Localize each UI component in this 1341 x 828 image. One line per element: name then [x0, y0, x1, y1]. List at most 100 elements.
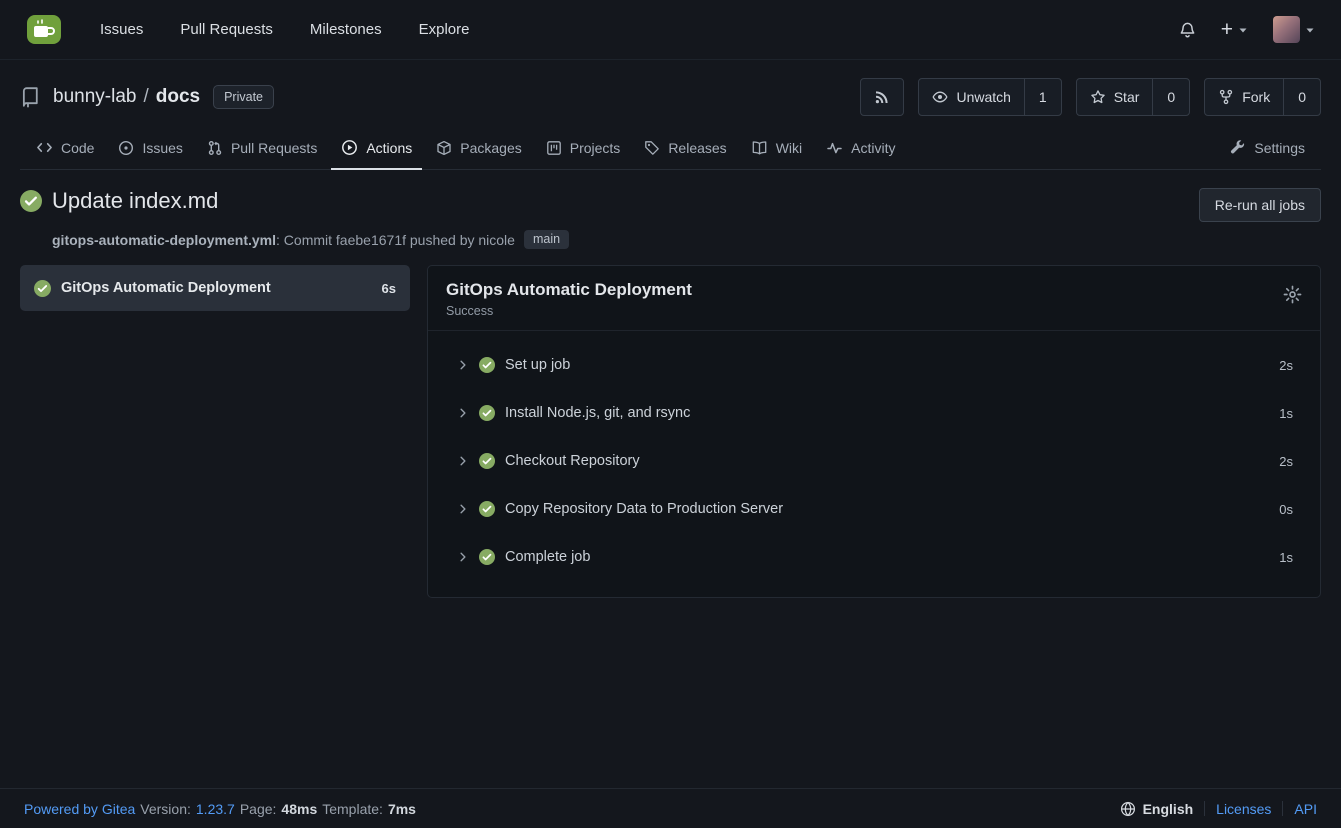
navbar-right: + [1179, 16, 1315, 43]
footer-left: Powered by Gitea Version: 1.23.7 Page: 4… [24, 801, 416, 817]
repo-breadcrumb: bunny-lab / docs [53, 86, 200, 108]
run-body: GitOps Automatic Deployment 6s GitOps Au… [20, 265, 1321, 598]
job-list-sidebar: GitOps Automatic Deployment 6s [20, 265, 410, 311]
stars-count[interactable]: 0 [1152, 79, 1189, 115]
tab-label: Packages [460, 140, 521, 156]
tab-actions[interactable]: Actions [329, 126, 424, 169]
top-navbar: Issues Pull Requests Milestones Explore … [0, 0, 1341, 60]
branch-badge[interactable]: main [524, 230, 569, 249]
fork-button-group: Fork 0 [1204, 78, 1321, 116]
step-row-install[interactable]: Install Node.js, git, and rsync 1s [428, 389, 1320, 437]
repo-name-link[interactable]: docs [156, 86, 200, 108]
language-label: English [1143, 801, 1194, 817]
project-board-icon [546, 140, 562, 156]
success-check-icon [20, 190, 42, 212]
run-header: Update index.md Re-run all jobs [20, 188, 1321, 222]
tab-settings[interactable]: Settings [1218, 126, 1317, 169]
step-duration: 1s [1279, 550, 1293, 565]
run-title-wrap: Update index.md [20, 188, 218, 214]
tab-activity[interactable]: Activity [814, 126, 907, 169]
watch-button-group: Unwatch 1 [918, 78, 1061, 116]
tab-code[interactable]: Code [24, 126, 106, 169]
step-row-copy[interactable]: Copy Repository Data to Production Serve… [428, 485, 1320, 533]
step-duration: 1s [1279, 406, 1293, 421]
rss-button[interactable] [860, 78, 904, 116]
watchers-count[interactable]: 1 [1024, 79, 1061, 115]
repo-owner-link[interactable]: bunny-lab [53, 86, 136, 108]
version-label: Version: [140, 801, 191, 817]
workflow-file-link[interactable]: gitops-automatic-deployment.yml [52, 232, 276, 248]
step-name: Complete job [505, 549, 1279, 565]
star-button[interactable]: Star [1077, 79, 1153, 115]
avatar [1273, 16, 1300, 43]
tab-projects[interactable]: Projects [534, 126, 633, 169]
repo-title-row: bunny-lab / docs Private [20, 76, 1321, 118]
tab-label: Projects [570, 140, 621, 156]
rss-icon [874, 89, 890, 105]
rerun-all-jobs-button[interactable]: Re-run all jobs [1199, 188, 1321, 222]
tab-label: Settings [1254, 140, 1305, 156]
step-name: Copy Repository Data to Production Serve… [505, 501, 1279, 517]
tab-wiki[interactable]: Wiki [739, 126, 814, 169]
gear-icon [1283, 285, 1302, 304]
step-name: Checkout Repository [505, 453, 1279, 469]
job-status-text: Success [446, 304, 692, 318]
licenses-link[interactable]: Licenses [1216, 801, 1271, 817]
tab-packages[interactable]: Packages [424, 126, 533, 169]
step-row-checkout[interactable]: Checkout Repository 2s [428, 437, 1320, 485]
navbar-link-explore[interactable]: Explore [419, 21, 470, 38]
footer-divider [1204, 801, 1205, 816]
step-duration: 2s [1279, 358, 1293, 373]
play-circle-icon [341, 139, 358, 156]
forks-count[interactable]: 0 [1283, 79, 1320, 115]
job-options-button[interactable] [1283, 285, 1302, 304]
repo-icon [20, 86, 42, 108]
api-link[interactable]: API [1294, 801, 1317, 817]
navbar-link-milestones[interactable]: Milestones [310, 21, 382, 38]
gitea-logo[interactable] [26, 14, 62, 45]
navbar-link-issues[interactable]: Issues [100, 21, 143, 38]
chevron-right-icon [457, 359, 469, 371]
unwatch-button[interactable]: Unwatch [919, 79, 1023, 115]
success-check-icon [479, 549, 495, 565]
step-duration: 2s [1279, 454, 1293, 469]
tab-label: Activity [851, 140, 895, 156]
book-icon [751, 140, 768, 156]
success-check-icon [479, 405, 495, 421]
user-menu-button[interactable] [1273, 16, 1315, 43]
success-check-icon [34, 280, 51, 297]
tab-releases[interactable]: Releases [632, 126, 738, 169]
tab-pull-requests[interactable]: Pull Requests [195, 126, 329, 169]
tab-label: Code [61, 140, 94, 156]
code-icon [36, 139, 53, 156]
fork-button[interactable]: Fork [1205, 79, 1283, 115]
navbar-link-pull-requests[interactable]: Pull Requests [180, 21, 273, 38]
tab-label: Wiki [776, 140, 802, 156]
powered-by-gitea-link[interactable]: Powered by Gitea [24, 801, 135, 817]
tab-label: Pull Requests [231, 140, 317, 156]
bell-icon [1179, 21, 1196, 39]
actions-run-page: Update index.md Re-run all jobs gitops-a… [0, 170, 1341, 788]
step-row-setup[interactable]: Set up job 2s [428, 341, 1320, 389]
commit-info-text: : Commit faebe1671f pushed by nicole [276, 232, 515, 248]
step-row-complete[interactable]: Complete job 1s [428, 533, 1320, 581]
private-badge: Private [213, 85, 274, 109]
unwatch-label: Unwatch [956, 89, 1010, 105]
tag-icon [644, 140, 660, 156]
template-label: Template: [322, 801, 383, 817]
job-panel-title: GitOps Automatic Deployment [446, 280, 692, 300]
star-button-group: Star 0 [1076, 78, 1190, 116]
notifications-bell-button[interactable] [1179, 21, 1196, 39]
create-new-button[interactable]: + [1221, 19, 1248, 40]
job-list-item-selected[interactable]: GitOps Automatic Deployment 6s [20, 265, 410, 311]
tab-issues[interactable]: Issues [106, 126, 194, 169]
version-link[interactable]: 1.23.7 [196, 801, 235, 817]
tab-label: Actions [366, 140, 412, 156]
tab-label: Issues [142, 140, 182, 156]
footer-divider [1282, 801, 1283, 816]
chevron-down-icon [1238, 25, 1248, 35]
page-label: Page: [240, 801, 277, 817]
package-icon [436, 140, 452, 156]
globe-icon [1120, 801, 1136, 817]
language-selector[interactable]: English [1120, 801, 1194, 817]
